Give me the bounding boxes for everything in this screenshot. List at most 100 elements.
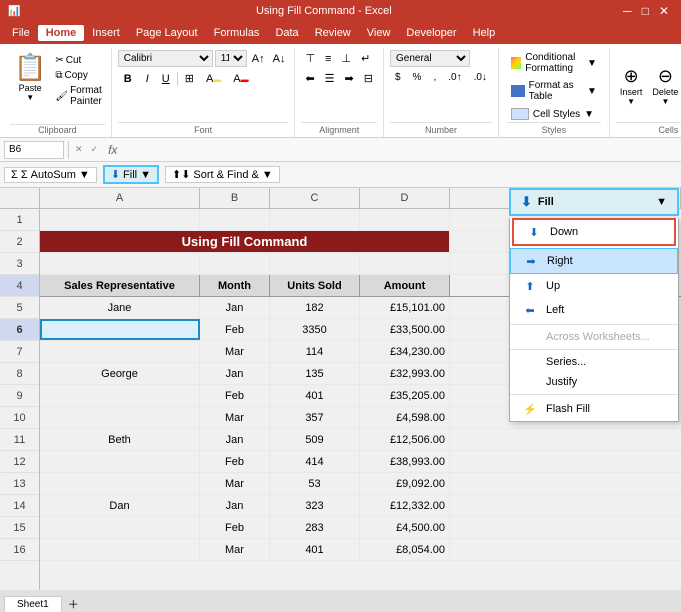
fill-up-item[interactable]: ⬆ Up: [510, 274, 678, 298]
font-family-select[interactable]: Calibri: [118, 50, 213, 67]
border-button[interactable]: ⊞: [180, 70, 199, 87]
font-size-select[interactable]: 11: [215, 50, 247, 67]
cell-5c[interactable]: 182: [270, 297, 360, 318]
cell-13c[interactable]: 53: [270, 473, 360, 494]
cell-3c[interactable]: [270, 253, 360, 274]
cell-8a[interactable]: George: [40, 363, 200, 384]
cell-9b[interactable]: Feb: [200, 385, 270, 406]
merge-button[interactable]: ⊟: [360, 70, 377, 87]
cell-16e[interactable]: [450, 539, 681, 560]
align-left-button[interactable]: ⬅: [301, 70, 318, 87]
insert-cells-button[interactable]: ⊕ Insert ▼: [616, 64, 647, 108]
cell-1b[interactable]: [200, 209, 270, 230]
fill-flash-item[interactable]: ⚡ Flash Fill: [510, 397, 678, 421]
autosum-button[interactable]: Σ Σ AutoSum ▼: [4, 167, 97, 183]
header-cell-month[interactable]: Month: [200, 275, 270, 296]
add-sheet-button[interactable]: ＋: [64, 596, 83, 612]
cell-16c[interactable]: 401: [270, 539, 360, 560]
cell-6d[interactable]: £33,500.00: [360, 319, 450, 340]
cell-5b[interactable]: Jan: [200, 297, 270, 318]
fill-justify-item[interactable]: Justify: [510, 372, 678, 392]
cell-7a[interactable]: [40, 341, 200, 362]
cell-13a[interactable]: [40, 473, 200, 494]
menu-data[interactable]: Data: [267, 25, 306, 41]
cell-8d[interactable]: £32,993.00: [360, 363, 450, 384]
cell-13b[interactable]: Mar: [200, 473, 270, 494]
header-cell-units[interactable]: Units Sold: [270, 275, 360, 296]
cell-3b[interactable]: [200, 253, 270, 274]
formula-input[interactable]: [125, 144, 677, 156]
decrease-font-button[interactable]: A↓: [270, 52, 289, 66]
header-cell-amount[interactable]: Amount: [360, 275, 450, 296]
cell-15c[interactable]: 283: [270, 517, 360, 538]
cell-7c[interactable]: 114: [270, 341, 360, 362]
fill-series-item[interactable]: Series...: [510, 352, 678, 372]
cell-15b[interactable]: Feb: [200, 517, 270, 538]
align-bottom-button[interactable]: ⊥: [337, 50, 355, 67]
cell-14a[interactable]: Dan: [40, 495, 200, 516]
cell-12a[interactable]: [40, 451, 200, 472]
header-cell-sales[interactable]: Sales Representative: [40, 275, 200, 296]
fill-right-item[interactable]: ➡ Right: [510, 248, 678, 274]
fill-dropdown-header[interactable]: ⬇ Fill ▼: [509, 188, 679, 216]
menu-developer[interactable]: Developer: [398, 25, 464, 41]
cell-1c[interactable]: [270, 209, 360, 230]
cell-12c[interactable]: 414: [270, 451, 360, 472]
menu-page-layout[interactable]: Page Layout: [128, 25, 206, 41]
cell-16d[interactable]: £8,054.00: [360, 539, 450, 560]
menu-view[interactable]: View: [359, 25, 399, 41]
decrease-decimal-button[interactable]: .0↓: [469, 70, 492, 85]
cell-15a[interactable]: [40, 517, 200, 538]
menu-review[interactable]: Review: [307, 25, 359, 41]
fill-button[interactable]: ⬇ Fill ▼: [103, 165, 159, 184]
name-box[interactable]: [4, 141, 64, 159]
cell-12e[interactable]: [450, 451, 681, 472]
currency-button[interactable]: $: [390, 70, 406, 85]
cell-15e[interactable]: [450, 517, 681, 538]
close-button[interactable]: ✕: [655, 4, 673, 18]
cell-10a[interactable]: [40, 407, 200, 428]
format-as-table-button[interactable]: Format as Table ▼: [507, 78, 601, 104]
cell-6a-selected[interactable]: [40, 319, 200, 340]
cell-14d[interactable]: £12,332.00: [360, 495, 450, 516]
cell-9d[interactable]: £35,205.00: [360, 385, 450, 406]
number-format-select[interactable]: General: [390, 50, 470, 67]
menu-home[interactable]: Home: [38, 25, 85, 41]
cell-11c[interactable]: 509: [270, 429, 360, 450]
cell-5d[interactable]: £15,101.00: [360, 297, 450, 318]
cell-8b[interactable]: Jan: [200, 363, 270, 384]
font-color-button[interactable]: A▬: [228, 71, 253, 87]
fill-color-button[interactable]: A▬: [201, 71, 226, 87]
cell-5a[interactable]: Jane: [40, 297, 200, 318]
cell-16b[interactable]: Mar: [200, 539, 270, 560]
cell-11a[interactable]: Beth: [40, 429, 200, 450]
cell-6b[interactable]: Feb: [200, 319, 270, 340]
format-painter-button[interactable]: 🖌Format Painter: [52, 84, 104, 108]
copy-button[interactable]: ⧉Copy: [52, 69, 104, 82]
increase-font-button[interactable]: A↑: [249, 52, 268, 66]
cell-3a[interactable]: [40, 253, 200, 274]
cell-9a[interactable]: [40, 385, 200, 406]
cell-14b[interactable]: Jan: [200, 495, 270, 516]
fill-down-item[interactable]: ⬇ Down: [512, 218, 676, 246]
cell-8c[interactable]: 135: [270, 363, 360, 384]
menu-formulas[interactable]: Formulas: [206, 25, 268, 41]
cell-12b[interactable]: Feb: [200, 451, 270, 472]
cell-7b[interactable]: Mar: [200, 341, 270, 362]
cell-1a[interactable]: [40, 209, 200, 230]
cell-14c[interactable]: 323: [270, 495, 360, 516]
align-middle-button[interactable]: ≡: [321, 50, 335, 67]
menu-insert[interactable]: Insert: [84, 25, 128, 41]
delete-cells-button[interactable]: ⊖ Delete ▼: [648, 64, 681, 108]
cell-10d[interactable]: £4,598.00: [360, 407, 450, 428]
menu-file[interactable]: File: [4, 25, 38, 41]
cell-9c[interactable]: 401: [270, 385, 360, 406]
cell-11e[interactable]: [450, 429, 681, 450]
bold-button[interactable]: B: [118, 71, 138, 87]
increase-decimal-button[interactable]: .0↑: [443, 70, 466, 85]
cell-10b[interactable]: Mar: [200, 407, 270, 428]
align-right-button[interactable]: ➡: [341, 70, 358, 87]
percent-button[interactable]: %: [408, 70, 427, 85]
cell-12d[interactable]: £38,993.00: [360, 451, 450, 472]
underline-button[interactable]: U: [157, 71, 175, 87]
